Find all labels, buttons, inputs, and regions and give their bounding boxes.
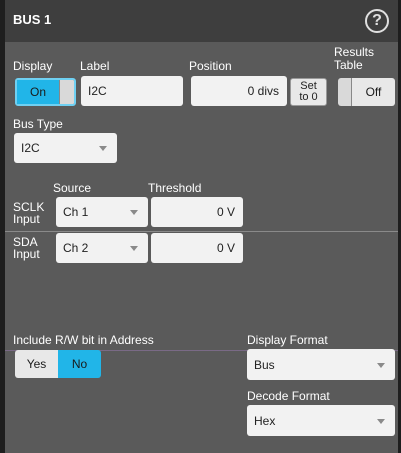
help-icon[interactable]: ? [365,9,389,33]
display-format-value: Bus [254,357,275,372]
results-table-off-button[interactable]: Off [352,78,395,106]
decode-format-select[interactable]: Hex [247,405,395,436]
decode-format-value: Hex [254,413,276,428]
bus-type-value: I2C [21,141,40,155]
rw-bit-no-label: No [71,357,88,371]
sclk-source-select[interactable]: Ch 1 [56,197,148,227]
sda-threshold-input[interactable]: 0 V [151,233,243,263]
source-column-header: Source [53,181,92,195]
sda-source-select[interactable]: Ch 2 [56,233,148,263]
bus-type-select[interactable]: I2C [14,133,117,163]
set-to-zero-button[interactable]: Set to 0 [290,78,327,106]
panel-title: BUS 1 [13,12,52,27]
label-input[interactable]: I2C [81,76,183,106]
rw-bit-no-button[interactable]: No [58,350,101,378]
rw-bit-label: Include R/W bit in Address [13,333,154,347]
position-label: Position [189,59,232,73]
position-input[interactable]: 0 divs [191,76,287,106]
sclk-source-value: Ch 1 [63,205,89,219]
chevron-down-icon [377,362,385,368]
set-to-zero-line2: to 0 [299,91,318,103]
results-table-label-line2: Table [334,58,363,72]
results-table-toggle-knob[interactable] [338,78,352,106]
display-toggle[interactable]: On [15,78,76,106]
sda-label-line2: Input [13,247,40,261]
background-trace [5,231,398,232]
chevron-down-icon [130,210,138,215]
rw-bit-toggle[interactable]: Yes No [15,350,101,378]
display-label: Display [13,59,53,73]
position-value: 0 divs [247,84,279,98]
title-bar: BUS 1 ? [5,0,398,42]
rw-bit-yes-button[interactable]: Yes [15,350,58,378]
display-format-select[interactable]: Bus [247,349,395,380]
chevron-down-icon [377,418,385,424]
label-field-label: Label [80,59,110,73]
display-toggle-knob[interactable] [59,80,74,104]
chevron-down-icon [130,246,138,251]
bus-type-label: Bus Type [13,117,63,131]
sclk-threshold-input[interactable]: 0 V [151,197,243,227]
sclk-label-line2: Input [13,212,40,226]
threshold-column-header: Threshold [148,181,202,195]
results-table-off-label: Off [365,85,382,99]
display-on-label: On [29,85,46,99]
decode-format-label: Decode Format [247,389,330,403]
bus-config-panel: BUS 1 ? Display On Label I2C Position 0 … [5,0,398,453]
sda-source-value: Ch 2 [63,241,89,255]
sclk-threshold-value: 0 V [216,205,235,219]
chevron-down-icon [99,146,107,151]
display-format-label: Display Format [247,333,328,347]
sda-threshold-value: 0 V [216,241,235,255]
help-glyph: ? [372,12,382,29]
display-on-button[interactable]: On [17,80,59,104]
results-table-toggle[interactable]: Off [338,78,395,106]
label-input-value: I2C [88,84,107,98]
rw-bit-yes-label: Yes [26,357,47,371]
